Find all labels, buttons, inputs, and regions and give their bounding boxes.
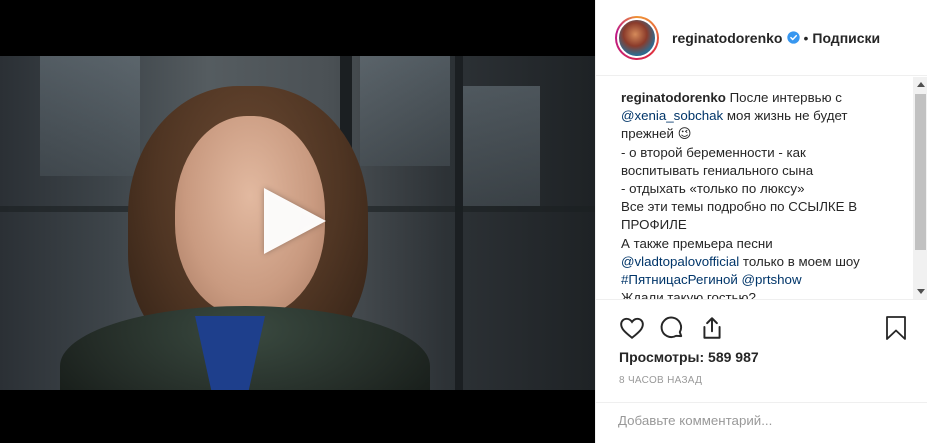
caption-text: reginatodorenko После интервью с @xenia_… (621, 90, 860, 299)
scroll-down-icon[interactable] (917, 289, 925, 294)
post-timestamp[interactable]: 8 часов назад (619, 375, 702, 386)
following-button[interactable]: Подписки (812, 30, 880, 46)
hashtag-link[interactable]: #ПятницасРегиной (621, 272, 738, 287)
post-actions: Просмотры: 589 987 8 часов назад (596, 299, 927, 419)
post-header: reginatodorenko • Подписки (596, 0, 927, 76)
scroll-up-icon[interactable] (917, 82, 925, 87)
heart-icon[interactable] (619, 315, 645, 341)
media-panel (0, 0, 595, 443)
avatar[interactable] (615, 15, 659, 60)
bookmark-icon[interactable] (884, 315, 908, 341)
video-player[interactable] (0, 56, 595, 390)
separator-dot: • (803, 29, 809, 46)
comment-box (596, 402, 927, 443)
caption-scrollbar[interactable] (913, 77, 927, 299)
post-sidebar: reginatodorenko • Подписки reginatodoren… (595, 0, 927, 443)
share-icon[interactable] (699, 315, 725, 341)
mention-link[interactable]: @xenia_sobchak (621, 108, 723, 123)
caption-area: reginatodorenko После интервью с @xenia_… (596, 77, 927, 299)
comment-icon[interactable] (659, 315, 685, 341)
mention-link[interactable]: @vladtopalovofficial (621, 254, 739, 269)
mention-link[interactable]: @prtshow (742, 272, 802, 287)
username-link[interactable]: reginatodorenko (672, 30, 782, 46)
verified-icon (787, 31, 801, 44)
comment-input[interactable] (618, 413, 908, 428)
play-icon[interactable] (264, 188, 326, 254)
scroll-thumb[interactable] (915, 94, 926, 250)
caption-username[interactable]: reginatodorenko (621, 90, 726, 105)
view-count[interactable]: Просмотры: 589 987 (619, 349, 759, 365)
